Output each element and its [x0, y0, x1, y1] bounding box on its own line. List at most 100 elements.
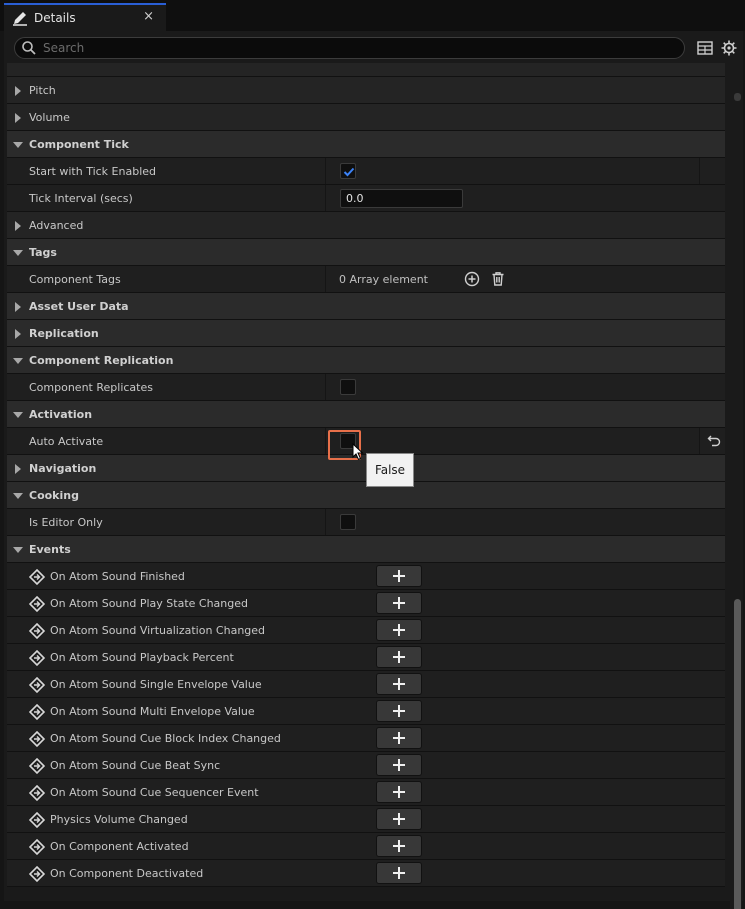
- add-event-button[interactable]: [376, 754, 422, 776]
- event-label: On Atom Sound Single Envelope Value: [50, 678, 262, 691]
- caret-right-icon[interactable]: [13, 113, 23, 123]
- event-label: On Component Activated: [50, 840, 189, 853]
- caret-right-icon[interactable]: [13, 86, 23, 96]
- search-box[interactable]: [14, 37, 685, 59]
- add-event-button[interactable]: [376, 862, 422, 884]
- row-component-tags: Component Tags 0 Array element: [7, 266, 725, 293]
- event-diamond-icon: [29, 650, 45, 666]
- column-splitter[interactable]: [325, 374, 326, 400]
- component-replicates-checkbox[interactable]: [340, 379, 356, 395]
- checkbox-tooltip: False: [366, 453, 414, 487]
- event-diamond-icon: [29, 812, 45, 828]
- add-element-icon[interactable]: [464, 271, 480, 287]
- search-row: [4, 31, 743, 63]
- category-label: Navigation: [29, 462, 97, 475]
- plus-icon: [393, 624, 405, 636]
- add-event-button[interactable]: [376, 781, 422, 803]
- column-splitter[interactable]: [325, 509, 326, 535]
- row-is-editor-only: Is Editor Only: [7, 509, 725, 536]
- plus-icon: [393, 678, 405, 690]
- category-activation[interactable]: Activation: [7, 401, 725, 428]
- add-event-button[interactable]: [376, 700, 422, 722]
- category-label: Component Tick: [29, 138, 129, 151]
- scrollbar-top-cap: [734, 93, 741, 101]
- add-event-button[interactable]: [376, 727, 422, 749]
- tab-title: Details: [34, 11, 76, 25]
- category-component-tick[interactable]: Component Tick: [7, 131, 725, 158]
- add-event-button[interactable]: [376, 808, 422, 830]
- caret-right-icon[interactable]: [13, 464, 23, 474]
- row-label: Start with Tick Enabled: [29, 165, 157, 178]
- column-splitter[interactable]: [325, 185, 326, 211]
- event-diamond-icon: [29, 677, 45, 693]
- table-icon[interactable]: [696, 39, 714, 57]
- row-label: Component Replicates: [29, 381, 153, 394]
- row-label: Pitch: [29, 84, 56, 97]
- row-advanced[interactable]: Advanced: [7, 212, 725, 239]
- event-label: On Atom Sound Cue Block Index Changed: [50, 732, 281, 745]
- event-row: On Component Deactivated: [7, 860, 725, 887]
- row-volume[interactable]: Volume: [7, 104, 725, 131]
- event-row: On Atom Sound Cue Beat Sync: [7, 752, 725, 779]
- reset-to-default-icon[interactable]: [707, 434, 721, 448]
- caret-down-icon[interactable]: [13, 248, 23, 258]
- row-pitch[interactable]: Pitch: [7, 77, 725, 104]
- gear-icon[interactable]: [720, 39, 738, 57]
- column-splitter[interactable]: [325, 428, 326, 454]
- event-label: On Atom Sound Finished: [50, 570, 185, 583]
- pencil-icon: [10, 8, 30, 28]
- row-label: Auto Activate: [29, 435, 104, 448]
- event-label: On Atom Sound Multi Envelope Value: [50, 705, 255, 718]
- caret-right-icon[interactable]: [13, 329, 23, 339]
- caret-down-icon[interactable]: [13, 356, 23, 366]
- category-replication[interactable]: Replication: [7, 320, 725, 347]
- caret-right-icon[interactable]: [13, 302, 23, 312]
- close-icon[interactable]: ×: [143, 9, 154, 24]
- column-splitter[interactable]: [325, 158, 326, 184]
- event-diamond-icon: [29, 785, 45, 801]
- tick-interval-field[interactable]: 0.0: [340, 189, 463, 208]
- tab-details[interactable]: Details ×: [4, 3, 166, 31]
- category-label: Asset User Data: [29, 300, 129, 313]
- row-label: Is Editor Only: [29, 516, 103, 529]
- add-event-button[interactable]: [376, 673, 422, 695]
- category-label: Cooking: [29, 489, 79, 502]
- category-label: Tags: [29, 246, 57, 259]
- row-component-replicates: Component Replicates: [7, 374, 725, 401]
- caret-right-icon[interactable]: [13, 221, 23, 231]
- event-label: On Atom Sound Cue Beat Sync: [50, 759, 221, 772]
- caret-down-icon[interactable]: [13, 491, 23, 501]
- event-row: Physics Volume Changed: [7, 806, 725, 833]
- search-input[interactable]: [43, 41, 643, 55]
- event-label: On Atom Sound Playback Percent: [50, 651, 234, 664]
- category-tags[interactable]: Tags: [7, 239, 725, 266]
- category-asset-user-data[interactable]: Asset User Data: [7, 293, 725, 320]
- row-label: Tick Interval (secs): [29, 192, 133, 205]
- trash-icon[interactable]: [490, 271, 506, 287]
- caret-down-icon[interactable]: [13, 410, 23, 420]
- event-diamond-icon: [29, 839, 45, 855]
- add-event-button[interactable]: [376, 646, 422, 668]
- category-component-replication[interactable]: Component Replication: [7, 347, 725, 374]
- caret-down-icon[interactable]: [13, 140, 23, 150]
- add-event-button[interactable]: [376, 835, 422, 857]
- add-event-button[interactable]: [376, 619, 422, 641]
- category-label: Replication: [29, 327, 99, 340]
- caret-down-icon[interactable]: [13, 545, 23, 555]
- add-event-button[interactable]: [376, 592, 422, 614]
- column-splitter[interactable]: [325, 266, 326, 292]
- start-with-tick-checkbox[interactable]: [340, 163, 356, 179]
- add-event-button[interactable]: [376, 565, 422, 587]
- search-icon: [22, 41, 36, 55]
- is-editor-only-checkbox[interactable]: [340, 514, 356, 530]
- event-diamond-icon: [29, 704, 45, 720]
- row-label: Volume: [29, 111, 70, 124]
- category-events[interactable]: Events: [7, 536, 725, 563]
- event-row: On Component Activated: [7, 833, 725, 860]
- scrollbar-thumb[interactable]: [734, 599, 741, 909]
- plus-icon: [393, 732, 405, 744]
- event-label: On Atom Sound Play State Changed: [50, 597, 248, 610]
- row-start-with-tick: Start with Tick Enabled: [7, 158, 725, 185]
- category-label: Component Replication: [29, 354, 174, 367]
- plus-icon: [393, 705, 405, 717]
